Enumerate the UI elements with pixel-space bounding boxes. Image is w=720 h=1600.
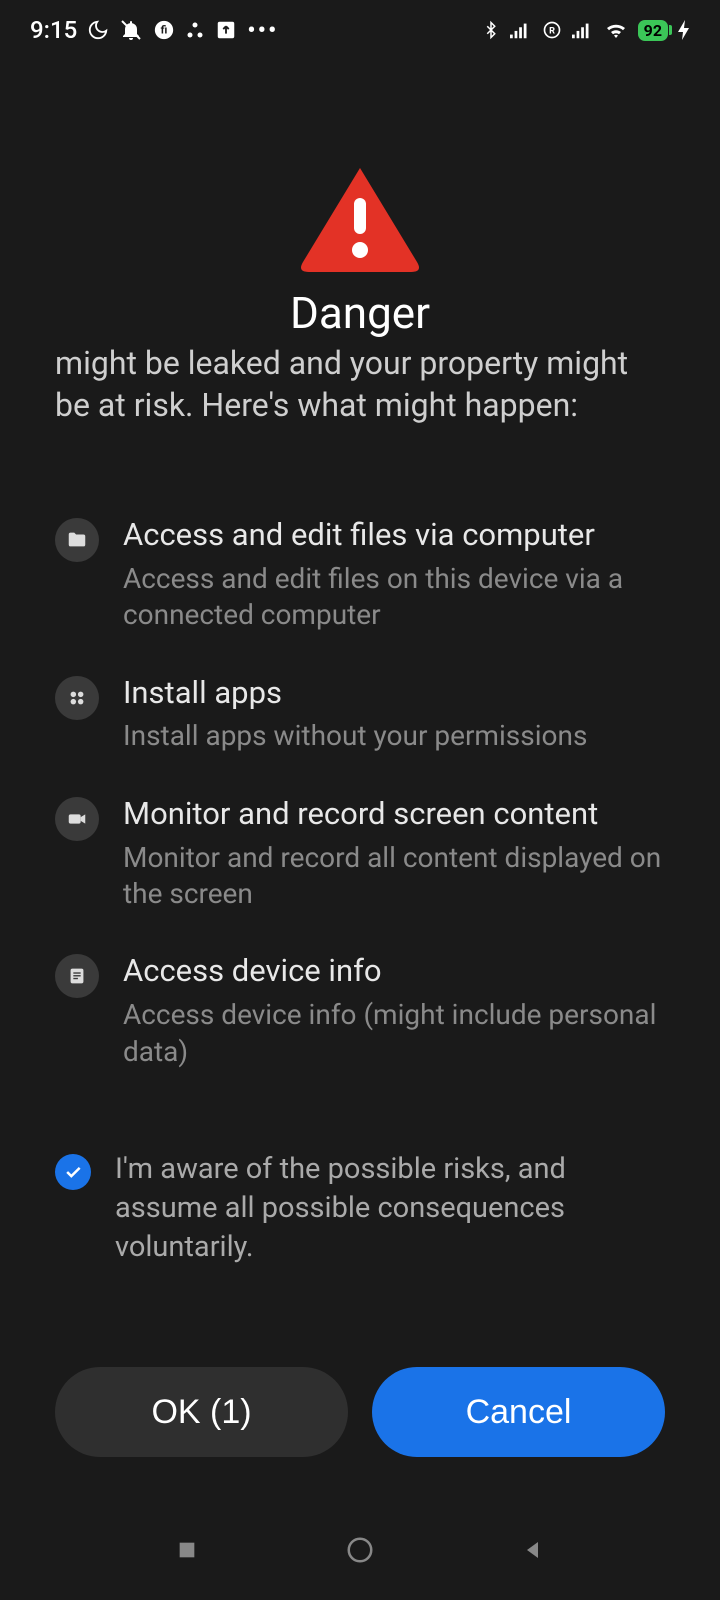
risk-item-install: Install apps Install apps without your p… (55, 674, 665, 755)
status-right: R 92 (482, 19, 690, 41)
risk-desc: Install apps without your permissions (123, 718, 665, 754)
status-time: 9:15 (30, 16, 77, 44)
home-button[interactable] (342, 1532, 378, 1568)
upload-icon (215, 19, 237, 41)
ok-button[interactable]: OK (1) (55, 1367, 348, 1457)
risk-desc: Monitor and record all content displayed… (123, 840, 665, 913)
risk-title: Access device info (123, 952, 665, 991)
status-bar: 9:15 fi ••• R 92 (0, 0, 720, 60)
warning-triangle-icon (295, 160, 425, 275)
risk-list: Access and edit files via computer Acces… (55, 516, 665, 1070)
consent-checkbox-row[interactable]: I'm aware of the possible risks, and ass… (55, 1150, 665, 1267)
wifi-icon (604, 20, 628, 40)
recent-apps-button[interactable] (169, 1532, 205, 1568)
consent-checkbox[interactable] (55, 1154, 91, 1190)
camera-icon (55, 797, 99, 841)
dnd-icon (87, 19, 109, 41)
circle-f-icon: fi (153, 19, 175, 41)
consent-label: I'm aware of the possible risks, and ass… (115, 1150, 665, 1267)
doc-icon (55, 954, 99, 998)
cancel-button[interactable]: Cancel (372, 1367, 665, 1457)
nearby-icon (185, 20, 205, 40)
charging-icon (678, 20, 690, 40)
button-row: OK (1) Cancel (55, 1367, 665, 1457)
risk-desc: Access and edit files on this device via… (123, 561, 665, 634)
signal-icon-1 (510, 21, 532, 39)
battery-level: 92 (644, 21, 662, 40)
navigation-bar (0, 1520, 720, 1580)
svg-text:R: R (549, 26, 555, 36)
apps-icon (55, 676, 99, 720)
vibrate-icon (119, 18, 143, 42)
battery-icon: 92 (638, 20, 668, 41)
dialog-title: Danger (290, 287, 430, 339)
back-button[interactable] (515, 1532, 551, 1568)
risk-item-monitor: Monitor and record screen content Monito… (55, 795, 665, 913)
danger-dialog: Danger might be leaked and your property… (0, 60, 720, 1457)
risk-item-device-info: Access device info Access device info (m… (55, 952, 665, 1070)
status-left: 9:15 fi ••• (30, 16, 278, 44)
risk-title: Install apps (123, 674, 665, 713)
risk-title: Monitor and record screen content (123, 795, 665, 834)
risk-item-files: Access and edit files via computer Acces… (55, 516, 665, 634)
circle-r-icon: R (542, 20, 562, 40)
signal-icon-2 (572, 21, 594, 39)
svg-text:fi: fi (161, 24, 168, 37)
risk-title: Access and edit files via computer (123, 516, 665, 555)
more-icon: ••• (247, 16, 278, 44)
risk-desc: Access device info (might include person… (123, 997, 665, 1070)
dialog-body-text: might be leaked and your property might … (55, 343, 665, 426)
folder-icon (55, 518, 99, 562)
bluetooth-icon (482, 19, 500, 41)
